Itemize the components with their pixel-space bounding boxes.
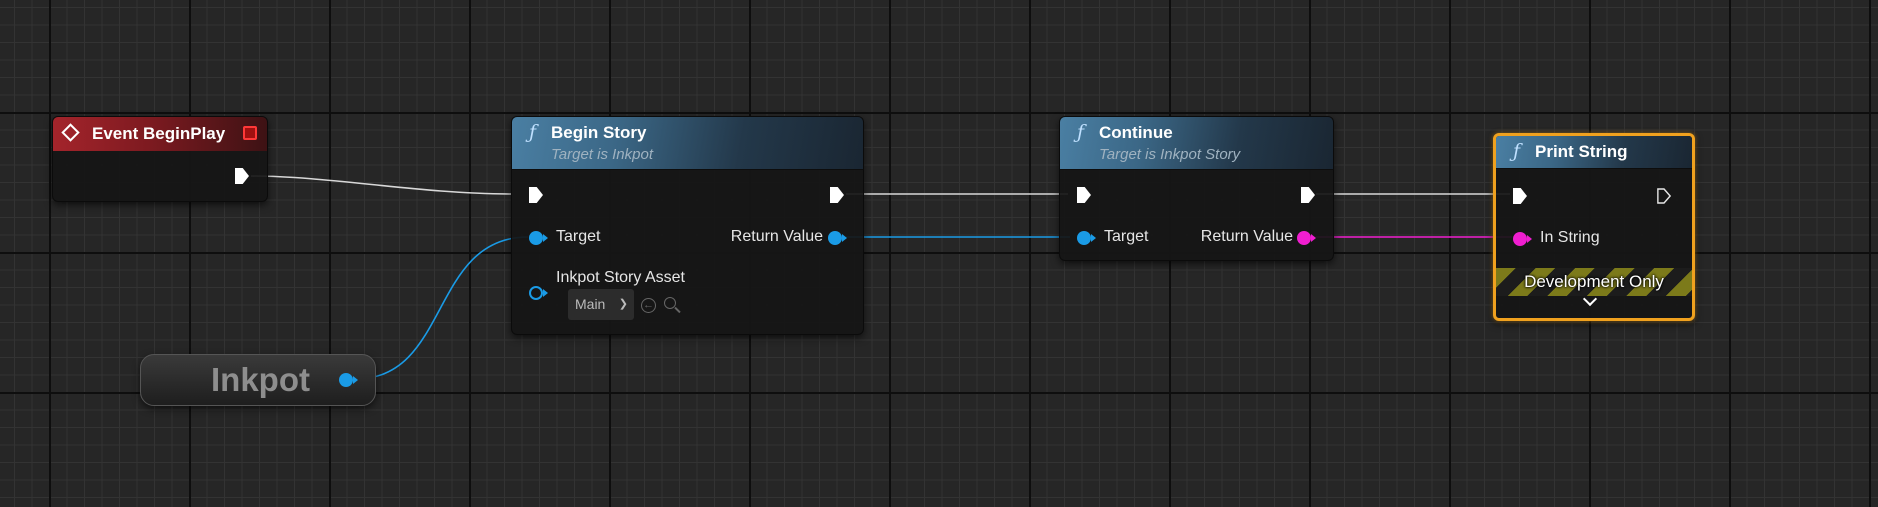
function-icon: ƒ xyxy=(529,121,537,143)
node-subtitle: Target is Inkpot Story xyxy=(1099,146,1241,163)
function-icon: ƒ xyxy=(1077,121,1085,143)
chevron-down-icon: ❯ xyxy=(618,298,628,310)
story-asset-label: Inkpot Story Asset xyxy=(556,269,685,286)
exec-in-pin[interactable] xyxy=(529,187,543,203)
return-value-pin[interactable] xyxy=(1297,231,1311,245)
print-string-node[interactable]: ƒ Print String In String Development Onl… xyxy=(1493,133,1695,321)
exec-out-pin[interactable] xyxy=(1301,187,1315,203)
pin-arrow xyxy=(1311,234,1316,242)
target-label: Target xyxy=(556,228,601,245)
target-label: Target xyxy=(1104,228,1149,245)
node-title: Continue xyxy=(1099,123,1173,142)
return-value-pin[interactable] xyxy=(828,231,842,245)
function-icon: ƒ xyxy=(1513,140,1521,162)
pin-arrow xyxy=(353,376,358,384)
node-header: ƒ Continue Target is Inkpot Story xyxy=(1060,117,1333,170)
node-title: Print String xyxy=(1535,142,1628,161)
in-string-label: In String xyxy=(1540,229,1600,246)
exec-in-pin[interactable] xyxy=(1513,188,1527,204)
exec-wire-beginplay-to-beginstory[interactable] xyxy=(250,175,513,195)
event-diamond-icon xyxy=(61,123,80,142)
use-selected-asset-icon[interactable]: ← xyxy=(641,298,656,313)
node-subtitle: Target is Inkpot xyxy=(551,146,654,163)
node-header: Event BeginPlay xyxy=(53,117,267,151)
return-value-label: Return Value xyxy=(730,228,823,245)
node-title: Inkpot xyxy=(211,361,310,398)
exec-out-pin[interactable] xyxy=(1657,188,1671,204)
begin-story-node[interactable]: ƒ Begin Story Target is Inkpot Target Re… xyxy=(511,116,864,335)
story-asset-pin[interactable] xyxy=(529,286,543,300)
in-string-pin[interactable] xyxy=(1513,232,1527,246)
story-asset-dropdown[interactable]: Main ❯ xyxy=(568,289,634,320)
exec-out-pin[interactable] xyxy=(830,187,844,203)
node-header: ƒ Begin Story Target is Inkpot xyxy=(512,117,863,170)
inkpot-getter-node[interactable]: Inkpot xyxy=(140,354,376,406)
output-delegate-icon[interactable] xyxy=(243,126,257,140)
pin-arrow xyxy=(543,289,548,297)
pin-arrow xyxy=(543,234,548,242)
browse-asset-handle xyxy=(674,306,681,314)
development-only-label: Development Only xyxy=(1524,272,1664,291)
pin-arrow xyxy=(1527,235,1532,243)
object-wire-inkpot-to-target[interactable] xyxy=(355,236,529,380)
exec-in-pin[interactable] xyxy=(1077,187,1091,203)
target-pin[interactable] xyxy=(529,231,543,245)
node-header: ƒ Print String xyxy=(1496,136,1692,169)
exec-out-pin[interactable] xyxy=(235,168,249,184)
node-title: Event BeginPlay xyxy=(92,124,226,143)
continue-node[interactable]: ƒ Continue Target is Inkpot Story Target… xyxy=(1059,116,1334,261)
return-value-label: Return Value xyxy=(1200,228,1293,245)
inkpot-output-pin[interactable] xyxy=(339,373,353,387)
pin-arrow xyxy=(1091,234,1096,242)
node-title: Begin Story xyxy=(551,123,647,142)
event-beginplay-node[interactable]: Event BeginPlay xyxy=(52,116,268,202)
target-pin[interactable] xyxy=(1077,231,1091,245)
pin-arrow xyxy=(842,234,847,242)
dropdown-value: Main xyxy=(575,296,606,312)
